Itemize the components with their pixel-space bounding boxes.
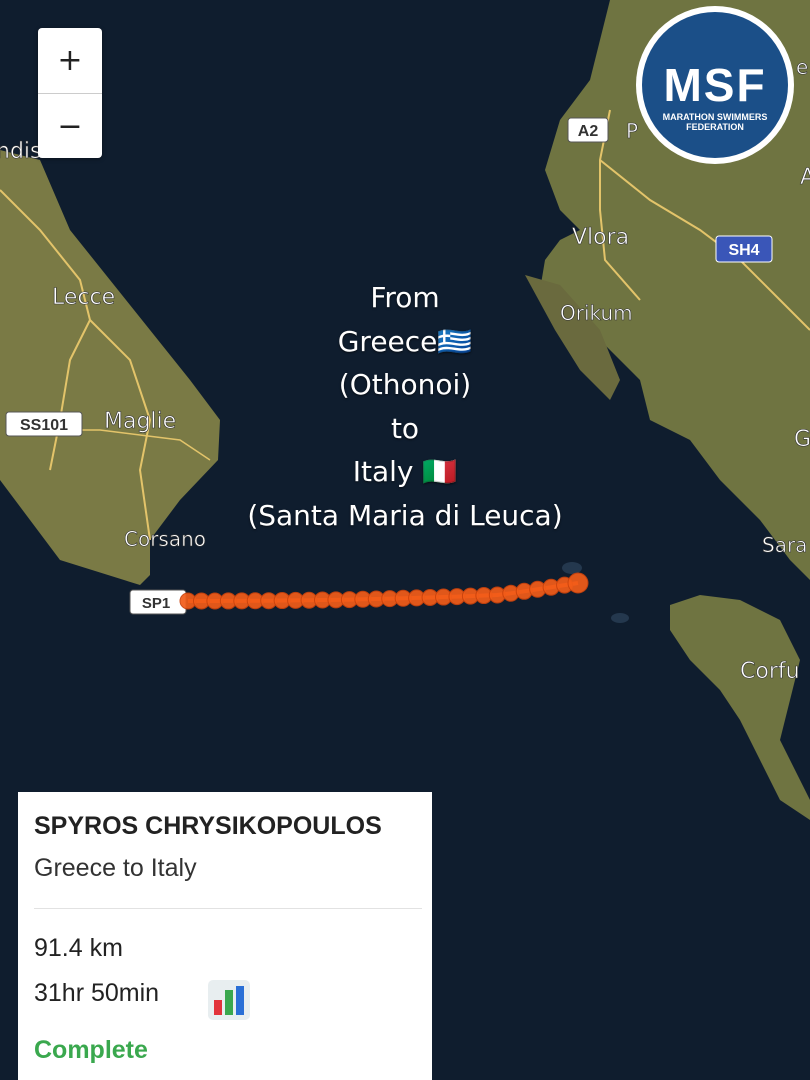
- label-vlora: Vlora: [572, 225, 629, 250]
- label-corfu: Corfu: [740, 659, 800, 684]
- label-e: e: [796, 55, 808, 79]
- label-lecce: Lecce: [52, 285, 115, 310]
- swim-status: Complete: [34, 1036, 148, 1064]
- zoom-in-button[interactable]: +: [38, 28, 102, 93]
- zoom-control: + −: [38, 28, 102, 158]
- overlay-line-italy: Italy 🇮🇹: [352, 455, 458, 488]
- svg-text:SP1: SP1: [142, 595, 170, 612]
- label-corsano: Corsano: [124, 527, 206, 551]
- label-brindisi: ndis: [0, 139, 41, 164]
- shield-a2: A2: [567, 117, 609, 143]
- logo-subtitle-line1: MARATHON SWIMMERS: [662, 112, 768, 122]
- overlay-line-leuca: (Santa Maria di Leuca): [247, 498, 563, 532]
- route-overlay-text: From Greece🇬🇷 (Othonoi) to Italy 🇮🇹 (San…: [200, 276, 610, 537]
- island-othonoi: [562, 562, 582, 574]
- zoom-out-button[interactable]: −: [38, 94, 102, 159]
- overlay-line-to: to: [390, 411, 420, 445]
- island-small: [611, 613, 629, 623]
- swim-route: Greece to Italy: [34, 854, 197, 882]
- shield-ss101: SS101: [5, 411, 83, 437]
- card-divider: [34, 908, 422, 909]
- swim-duration: 31hr 50min: [34, 979, 160, 1007]
- bar-chart-icon[interactable]: [208, 980, 250, 1020]
- logo-subtitle: MARATHON SWIMMERS FEDERATION: [636, 112, 794, 132]
- label-a: A: [800, 165, 810, 190]
- svg-text:A2: A2: [578, 123, 599, 140]
- logo-subtitle-line2: FEDERATION: [686, 122, 744, 132]
- label-maglie: Maglie: [104, 409, 176, 434]
- overlay-line-othonoi: (Othonoi): [338, 368, 472, 401]
- svg-text:SH4: SH4: [728, 242, 759, 259]
- label-g: G: [794, 427, 810, 452]
- track-point: [567, 572, 589, 594]
- msf-logo: MSF MARATHON SWIMMERS FEDERATION: [636, 6, 794, 164]
- label-sara: Sara: [762, 533, 807, 557]
- svg-text:SS101: SS101: [20, 417, 68, 434]
- shield-sp: SP1: [129, 589, 187, 615]
- logo-text: MSF: [663, 59, 767, 111]
- swim-info-card: SPYROS CHRYSIKOPOULOS Greece to Italy 91…: [18, 792, 432, 1080]
- swim-distance: 91.4 km: [34, 934, 123, 962]
- shield-sh4: SH4: [715, 235, 773, 263]
- overlay-line-from: From: [370, 281, 440, 314]
- swimmer-name: SPYROS CHRYSIKOPOULOS: [34, 812, 382, 840]
- overlay-line-greece: Greece🇬🇷: [337, 324, 473, 358]
